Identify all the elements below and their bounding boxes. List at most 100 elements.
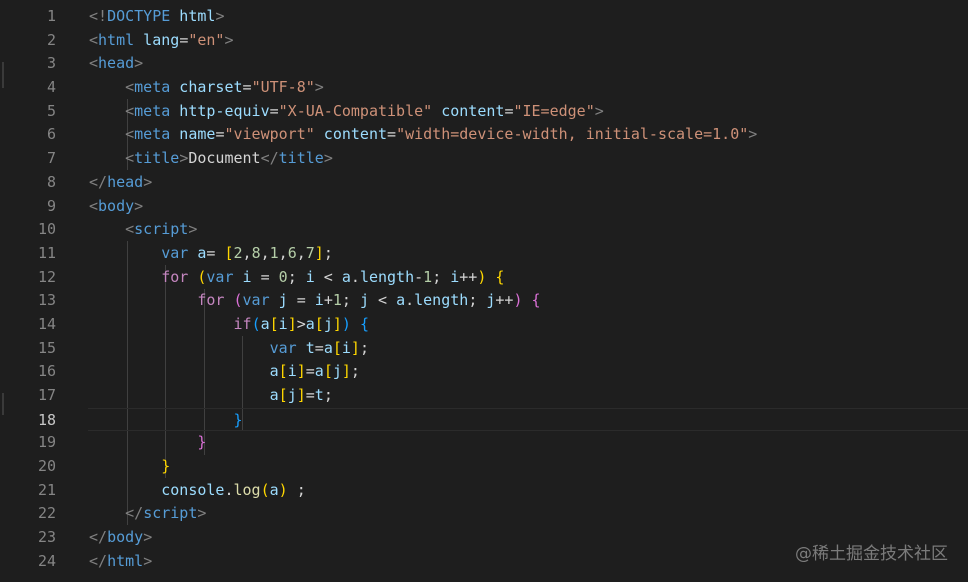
code-line-13[interactable]: 13 for (var j = i+1; j < a.length; j++) … <box>0 289 968 313</box>
token: </ <box>89 172 108 191</box>
token: [ <box>323 362 333 381</box>
token: > <box>197 504 207 523</box>
token: html <box>98 30 135 49</box>
line-number: 10 <box>37 220 56 239</box>
token: var <box>242 291 270 310</box>
line-number-active: 18 <box>37 410 56 429</box>
token: > <box>314 78 324 97</box>
code-line-4[interactable]: 4 <meta charset="UTF-8"> <box>0 76 968 100</box>
code-line-11[interactable]: 11 var a= [2,8,1,6,7]; <box>0 242 968 266</box>
token: 1 <box>423 267 433 286</box>
code-lines[interactable]: 1 <!DOCTYPE html> 2 <html lang="en"> 3 <… <box>0 5 968 574</box>
token: for <box>161 267 189 286</box>
token: = <box>287 291 315 310</box>
code-line-15[interactable]: 15 var t=a[i]; <box>0 337 968 361</box>
token: > <box>748 125 758 144</box>
code-line-8[interactable]: 8 </head> <box>0 171 968 195</box>
code-line-2[interactable]: 2 <html lang="en"> <box>0 29 968 53</box>
token: ] <box>350 338 360 357</box>
code-line-12[interactable]: 12 for (var i = 0; i < a.length-1; i++) … <box>0 266 968 290</box>
token: ; <box>287 267 306 286</box>
code-editor[interactable]: 1 <!DOCTYPE html> 2 <html lang="en"> 3 <… <box>0 0 968 582</box>
code-line-19[interactable]: 19 } <box>0 431 968 455</box>
code-line-7[interactable]: 7 <title>Document</title> <box>0 147 968 171</box>
token: , <box>278 243 288 262</box>
token: </ <box>89 528 108 547</box>
token: console <box>161 480 225 499</box>
token: ; <box>359 338 369 357</box>
token: ++ <box>459 267 478 286</box>
token: a <box>341 267 351 286</box>
watermark: @稀土掘金技术社区 <box>795 544 948 564</box>
token: t <box>314 386 324 404</box>
token: j <box>323 314 333 333</box>
token: ) <box>278 480 288 499</box>
code-line-6[interactable]: 6 <meta name="viewport" content="width=d… <box>0 123 968 147</box>
line-number: 2 <box>46 30 56 49</box>
token: </ <box>89 551 108 570</box>
token: ) <box>513 291 523 310</box>
token: </ <box>260 149 279 168</box>
token: ; <box>350 362 360 381</box>
code-line-17[interactable]: 17 a[j]=t; <box>0 384 968 408</box>
code-line-21[interactable]: 21 console.log(a) ; <box>0 479 968 503</box>
token: a <box>269 386 279 404</box>
line-number: 19 <box>37 433 56 452</box>
code-line-10[interactable]: 10 <script> <box>0 218 968 242</box>
token: < <box>125 125 135 144</box>
token: [ <box>314 314 324 333</box>
code-line-3[interactable]: 3 <head> <box>0 52 968 76</box>
code-line-22[interactable]: 22 </script> <box>0 502 968 526</box>
token: < <box>125 101 135 120</box>
code-line-5[interactable]: 5 <meta http-equiv="X-UA-Compatible" con… <box>0 100 968 124</box>
token: { <box>359 314 369 333</box>
token: 6 <box>287 243 297 262</box>
token: ] <box>296 362 306 381</box>
code-line-9[interactable]: 9 <body> <box>0 195 968 219</box>
token: ; <box>323 386 333 404</box>
code-line-20[interactable]: 20 } <box>0 455 968 479</box>
token: a <box>260 314 270 333</box>
line-number: 15 <box>37 338 56 357</box>
token: ( <box>260 480 270 499</box>
token: , <box>242 243 252 262</box>
line-number: 11 <box>37 243 56 262</box>
token: [ <box>332 338 342 357</box>
line-number: 24 <box>37 551 56 570</box>
token: > <box>215 7 225 25</box>
token: > <box>296 314 306 333</box>
token: t <box>296 338 315 357</box>
token: body <box>98 196 135 215</box>
token: [ <box>269 314 279 333</box>
token: < <box>125 78 135 97</box>
code-line-16[interactable]: 16 a[i]=a[j]; <box>0 360 968 384</box>
token: <! <box>89 7 108 25</box>
line-number: 20 <box>37 457 56 476</box>
token: [ <box>278 362 288 381</box>
token: > <box>143 172 153 191</box>
token: 1 <box>269 243 279 262</box>
token: 1 <box>332 291 342 310</box>
token: a <box>188 243 207 262</box>
token: + <box>323 291 333 310</box>
token: name <box>170 125 216 144</box>
token: = <box>206 243 225 262</box>
code-line-1[interactable]: 1 <!DOCTYPE html> <box>0 5 968 29</box>
code-line-14[interactable]: 14 if(a[i]>a[j]) { <box>0 313 968 337</box>
token: if <box>233 314 252 333</box>
code-line-18-current[interactable]: 18 } <box>38 407 968 432</box>
token: . <box>224 480 234 499</box>
token: log <box>233 480 261 499</box>
token: html <box>107 551 144 570</box>
